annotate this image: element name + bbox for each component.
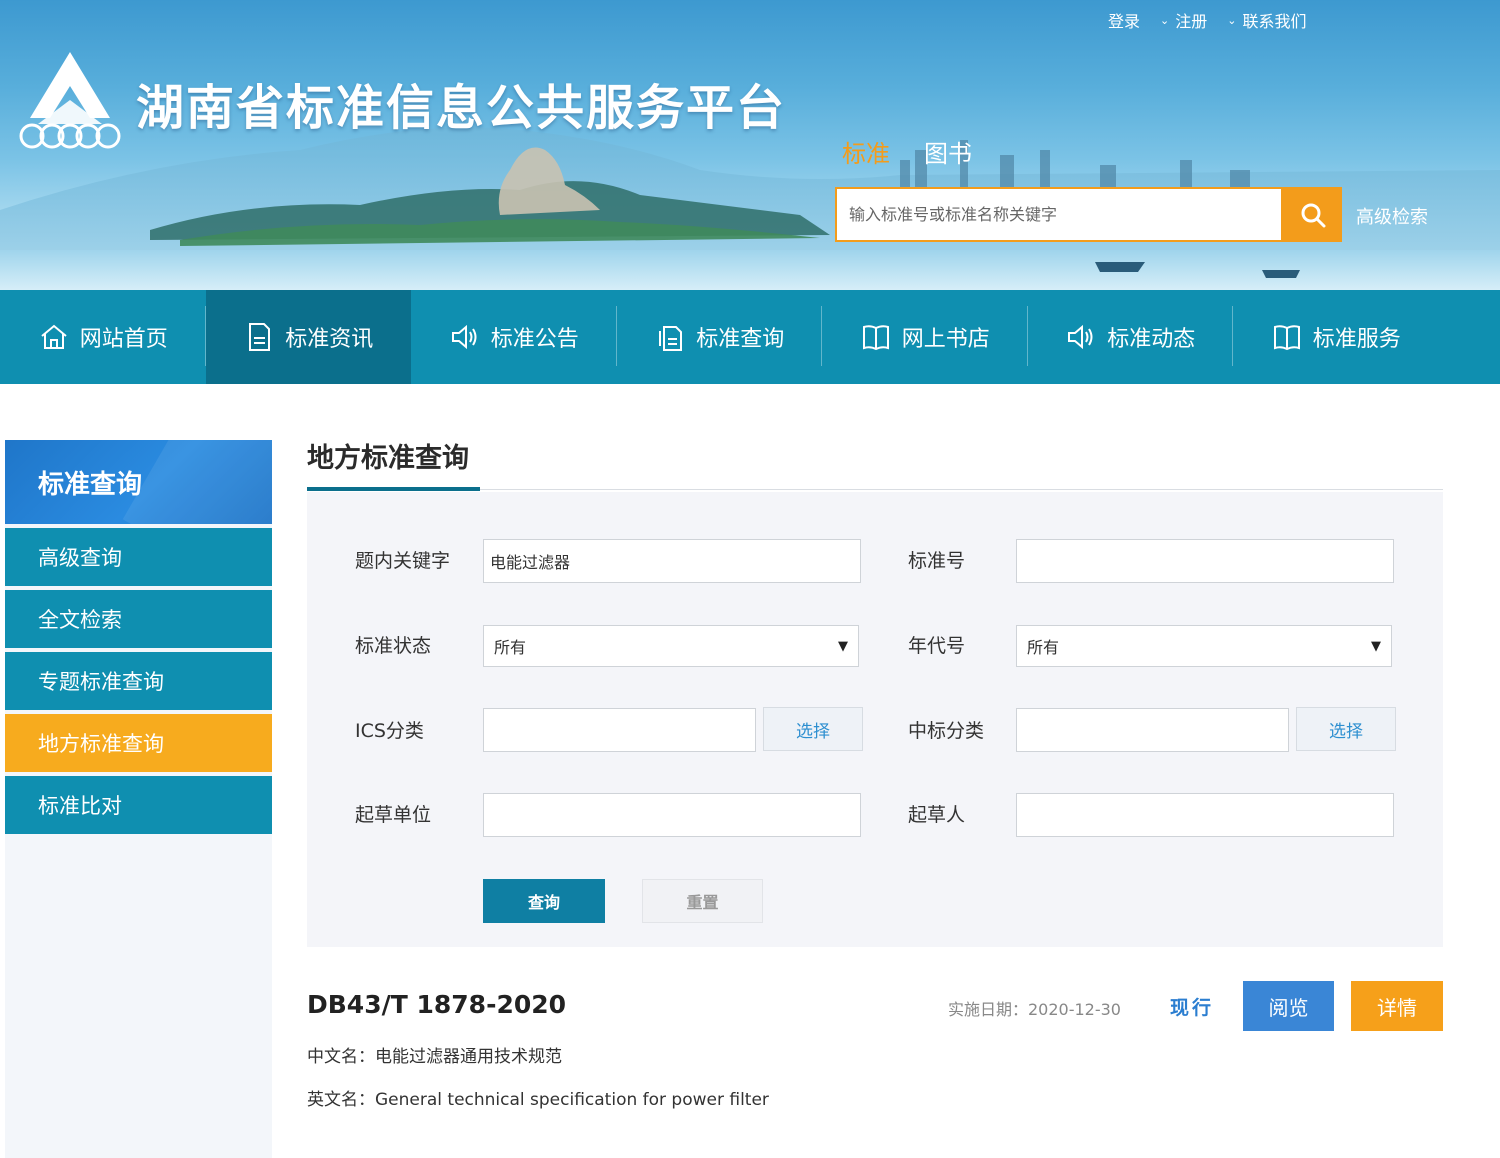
query-button[interactable]: 查询 (483, 879, 605, 923)
dropdown-arrow-icon: ▼ (1371, 638, 1381, 654)
search-icon (1301, 203, 1325, 227)
drafter-input[interactable] (1016, 793, 1394, 837)
drafter-unit-input[interactable] (483, 793, 861, 837)
nav-item-bookstore[interactable]: 网上书店 (822, 290, 1028, 384)
year-select[interactable]: 所有 ▼ (1016, 625, 1392, 667)
files-icon (659, 326, 683, 351)
title-underline (307, 487, 480, 491)
ccs-input[interactable] (1016, 708, 1289, 752)
detail-button[interactable]: 详情 (1351, 981, 1443, 1031)
result-english-name: 英文名：General technical specification for … (307, 1090, 769, 1110)
ics-select-button[interactable]: 选择 (763, 707, 863, 751)
drafter-label: 起草人 (908, 804, 966, 826)
register-label: 注册 (1175, 12, 1208, 31)
reset-button[interactable]: 重置 (642, 879, 763, 923)
nav-item-label: 标准动态 (1107, 327, 1196, 352)
result-implementation-date: 实施日期：2020-12-30 (948, 1000, 1121, 1019)
nav-item-home[interactable]: 网站首页 (0, 290, 206, 384)
sidebar-item-standard-compare[interactable]: 标准比对 (5, 776, 272, 834)
nav-item-label: 网上书店 (901, 327, 990, 352)
dropdown-arrow-icon: ▼ (838, 638, 848, 654)
sidebar-heading: 标准查询 (5, 440, 272, 524)
ccs-select-button[interactable]: 选择 (1296, 707, 1396, 751)
search-button[interactable] (1283, 187, 1342, 242)
header-banner: 登录 ⌄ 注册 ⌄ 联系我们 湖南省标准信息公共服务平台 标准 图书 高级检索 (0, 0, 1500, 290)
status-select[interactable]: 所有 ▼ (483, 625, 859, 667)
search-tab-standard[interactable]: 标准 (842, 134, 890, 169)
site-logo[interactable] (18, 48, 122, 152)
site-title: 湖南省标准信息公共服务平台 (136, 80, 787, 136)
drafter-unit-label: 起草单位 (355, 804, 432, 826)
nav-item-label: 标准服务 (1312, 327, 1401, 352)
sidebar-item-topic-query[interactable]: 专题标准查询 (5, 652, 272, 710)
advanced-search-link[interactable]: 高级检索 (1356, 203, 1428, 229)
nav-item-dynamics[interactable]: 标准动态 (1028, 290, 1233, 384)
login-link[interactable]: 登录 (1108, 8, 1140, 32)
top-links: 登录 ⌄ 注册 ⌄ 联系我们 (1108, 8, 1306, 32)
standard-number-input[interactable] (1016, 539, 1394, 583)
result-chinese-name: 中文名：电能过滤器通用技术规范 (307, 1047, 562, 1067)
search-box (835, 187, 1283, 242)
home-icon (41, 324, 67, 349)
search-tab-books[interactable]: 图书 (924, 134, 972, 169)
year-select-value: 所有 (1027, 638, 1060, 657)
nav-item-label: 标准查询 (696, 327, 785, 352)
keyword-input[interactable]: 电能过滤器 (483, 539, 861, 583)
page-title: 地方标准查询 (307, 443, 469, 474)
status-label: 标准状态 (355, 635, 432, 657)
speaker-icon (1068, 324, 1093, 350)
ccs-label: 中标分类 (908, 720, 985, 742)
document-icon (249, 323, 271, 351)
nav-item-label: 网站首页 (79, 327, 168, 352)
keyword-label: 题内关键字 (355, 550, 451, 572)
nav-item-news[interactable]: 标准资讯 (205, 290, 411, 384)
nav-item-announcement[interactable]: 标准公告 (411, 290, 617, 384)
view-button[interactable]: 阅览 (1243, 981, 1334, 1031)
sidebar-item-advanced-query[interactable]: 高级查询 (5, 528, 272, 586)
ics-label: ICS分类 (355, 720, 424, 742)
year-label: 年代号 (908, 635, 966, 657)
search-tabs: 标准 图书 (842, 134, 972, 169)
nav-item-label: 标准资讯 (285, 327, 374, 352)
sidebar-item-local-standard-query[interactable]: 地方标准查询 (5, 714, 272, 772)
city-skyline-illustration (0, 127, 1500, 290)
standard-number-label: 标准号 (908, 550, 966, 572)
book-icon (862, 325, 889, 351)
contact-link[interactable]: ⌄ 联系我们 (1227, 8, 1306, 32)
register-link[interactable]: ⌄ 注册 (1160, 8, 1207, 32)
ics-input[interactable] (483, 708, 756, 752)
sidebar: 标准查询 高级查询 全文检索 专题标准查询 地方标准查询 标准比对 (5, 440, 272, 1158)
speaker-icon (451, 324, 477, 350)
nav-item-label: 标准公告 (490, 327, 579, 352)
status-select-value: 所有 (494, 638, 527, 657)
contact-label: 联系我们 (1242, 12, 1307, 31)
nav-item-service[interactable]: 标准服务 (1233, 290, 1439, 384)
search-input[interactable] (837, 189, 1281, 240)
chevron-down-icon: ⌄ (1160, 13, 1170, 27)
result-standard-code[interactable]: DB43/T 1878-2020 (307, 990, 566, 1019)
chevron-down-icon: ⌄ (1227, 13, 1237, 27)
result-status-badge: 现行 (1170, 997, 1215, 1019)
nav-item-query[interactable]: 标准查询 (617, 290, 822, 384)
main-nav: 网站首页 标准资讯 标准公告 标准查询 网上书店 标准动态 标准服务 (0, 290, 1500, 384)
book-icon (1273, 325, 1300, 351)
sidebar-item-fulltext-search[interactable]: 全文检索 (5, 590, 272, 648)
